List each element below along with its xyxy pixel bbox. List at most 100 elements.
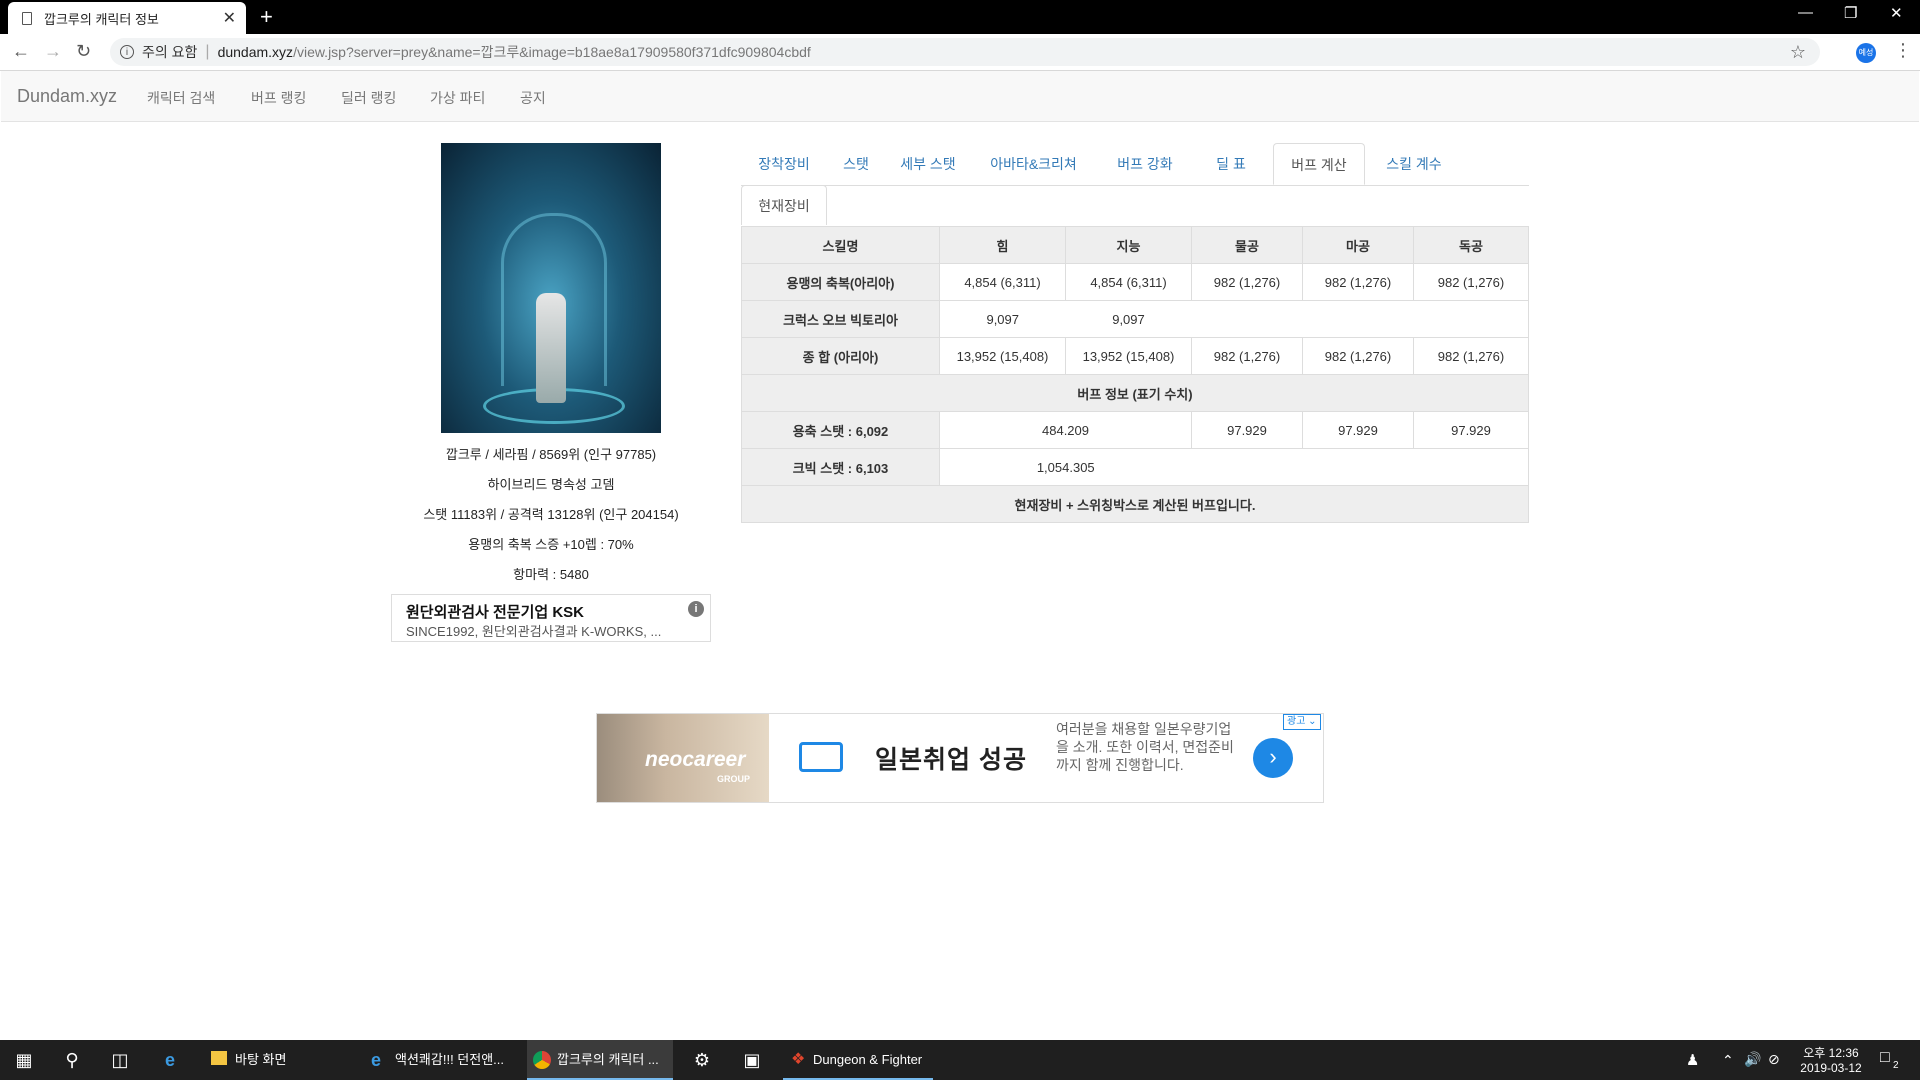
nav-character-search[interactable]: 캐릭터 검색 — [147, 88, 215, 108]
security-label[interactable]: 주의 요함 — [142, 42, 197, 62]
table-header-row: 스킬명 힘 지능 물공 마공 독공 — [741, 226, 1529, 264]
nav-notice[interactable]: 공지 — [520, 88, 546, 108]
task-view-icon[interactable]: ◫ — [108, 1048, 132, 1072]
people-icon[interactable]: ♟ — [1686, 1051, 1699, 1069]
tab-buff-calc[interactable]: 버프 계산 — [1273, 143, 1365, 185]
chevron-right-icon[interactable]: › — [1253, 738, 1293, 778]
buff-table: 스킬명 힘 지능 물공 마공 독공 용맹의 축복(아리아) 4,854 (6,3… — [741, 226, 1529, 523]
reload-icon[interactable]: ↻ — [76, 41, 91, 62]
windows-taskbar: ▦ ⚲ ◫ e 바탕 화면 e 액션쾌감!!! 던전앤... 깝크루의 캐릭터 … — [0, 1040, 1920, 1080]
clock-time[interactable]: 오후 12:36 — [1796, 1044, 1866, 1061]
window-close-icon[interactable]: ✕ — [1890, 4, 1903, 22]
character-build: 하이브리드 명속성 고뎀 — [487, 477, 615, 492]
cell-int: 13,952 (15,408) — [1065, 337, 1192, 375]
cell-stat: 1,054.305 — [939, 448, 1192, 486]
taskbar-desktop[interactable]: 바탕 화면 — [205, 1040, 353, 1080]
app-icon[interactable]: ⚙ — [690, 1048, 714, 1072]
back-arrow-icon[interactable]: ← — [12, 41, 30, 62]
taskbar-ie-window[interactable]: e 액션쾌감!!! 던전앤... — [365, 1040, 517, 1080]
banner-ad[interactable]: neocareer GROUP 일본취업 성공 여러분을 채용할 일본우량기업을… — [596, 713, 1324, 803]
info-icon[interactable]: i — [120, 45, 134, 59]
row-skill-name: 크럭스 오브 빅토리아 — [741, 300, 940, 338]
ad-badge[interactable]: 광고 ⌄ — [1283, 714, 1321, 730]
cell-mag: 982 (1,276) — [1302, 263, 1414, 301]
ad-logo: neocareer — [645, 748, 746, 771]
minimize-icon[interactable]: — — [1798, 4, 1813, 21]
header-phys-atk: 물공 — [1191, 226, 1303, 264]
browser-tab-strip: 깝크루의 캐릭터 정보 ✕ + — ❐ ✕ — [0, 0, 1920, 34]
ad-body[interactable]: 여러분을 채용할 일본우량기업을 소개. 또한 이력서, 면접준비까지 함께 진… — [1056, 720, 1236, 774]
character-summary: 깝크루 / 세라핌 / 8569위 (인구 97785) — [445, 447, 657, 462]
volume-icon[interactable]: 🔊 — [1744, 1051, 1761, 1068]
clock-date[interactable]: 2019-03-12 — [1790, 1061, 1872, 1075]
network-icon[interactable]: ⊘ — [1768, 1051, 1780, 1068]
cell-stat: 484.209 — [939, 411, 1192, 449]
site-brand[interactable]: Dundam.xyz — [17, 86, 117, 107]
search-icon[interactable]: ⚲ — [60, 1048, 84, 1072]
taskbar-dnf-window[interactable]: ❖ Dungeon & Fighter — [783, 1040, 933, 1080]
character-tabs: 장착장비 스탯 세부 스탯 아바타&크리쳐 버프 강화 딜 표 버프 계산 스킬… — [741, 143, 1529, 186]
cell-ind: 982 (1,276) — [1413, 337, 1529, 375]
app-icon[interactable]: ▣ — [740, 1048, 764, 1072]
tab-title: 깝크루의 캐릭터 정보 — [44, 11, 159, 27]
bookmark-star-icon[interactable]: ☆ — [1790, 42, 1806, 63]
table-footer-row: 현재장비 + 스위칭박스로 계산된 버프입니다. — [741, 485, 1529, 523]
tab-stats[interactable]: 스탯 — [827, 143, 885, 185]
row-skill-name: 용맹의 축복(아리아) — [741, 263, 940, 301]
taskbar-item-label: Dungeon & Fighter — [813, 1052, 923, 1067]
windows-start-icon[interactable]: ▦ — [12, 1048, 36, 1072]
tab-avatar-creature[interactable]: 아바타&크리쳐 — [971, 143, 1096, 185]
edge-browser-icon[interactable]: e — [158, 1048, 182, 1072]
buff-label-text: 용축 스탯 : — [792, 423, 856, 439]
notification-count: 2 — [1893, 1060, 1899, 1071]
taskbar-chrome-window[interactable]: 깝크루의 캐릭터 ... — [527, 1040, 673, 1080]
new-tab-button[interactable]: + — [260, 4, 273, 30]
tab-buff-enhance[interactable]: 버프 강화 — [1096, 143, 1194, 185]
chrome-icon — [533, 1051, 551, 1069]
ad-headline[interactable]: 일본취업 성공 — [875, 740, 1027, 776]
profile-avatar[interactable]: 예성 — [1856, 43, 1876, 63]
kebab-menu-icon[interactable]: ⋮ — [1894, 40, 1912, 61]
omnibox[interactable]: i 주의 요함 | dundam.xyz/view.jsp?server=pre… — [110, 38, 1820, 66]
character-ranks: 스탯 11183위 / 공격력 13128위 (인구 204154) — [423, 507, 679, 522]
table-row: 종 합 (아리아) 13,952 (15,408) 13,952 (15,408… — [741, 337, 1529, 375]
tab-damage-table[interactable]: 딜 표 — [1194, 143, 1268, 185]
cell-ind: 97.929 — [1413, 411, 1529, 449]
tab-close-icon[interactable]: ✕ — [223, 8, 236, 28]
subtab-current-equipment[interactable]: 현재장비 — [741, 185, 827, 225]
notification-icon[interactable]: □ — [1880, 1049, 1890, 1067]
chat-bubble-icon — [799, 742, 843, 772]
buff-row-label: 용축 스탯 : 6,092 — [741, 411, 940, 449]
header-ind-atk: 독공 — [1413, 226, 1529, 264]
ad-photo[interactable]: neocareer GROUP — [597, 714, 769, 802]
buff-label-value: 6,092 — [855, 423, 889, 439]
cell-mag: 982 (1,276) — [1302, 337, 1414, 375]
tab-equipment[interactable]: 장착장비 — [741, 143, 827, 185]
forward-arrow-icon[interactable]: → — [44, 41, 62, 62]
header-skill-name: 스킬명 — [741, 226, 940, 264]
url-domain[interactable]: dundam.xyz — [218, 44, 293, 60]
cell-ind: 982 (1,276) — [1413, 263, 1529, 301]
nav-buff-ranking[interactable]: 버프 랭킹 — [251, 88, 306, 108]
browser-tab[interactable]: 깝크루의 캐릭터 정보 ✕ — [8, 2, 246, 34]
side-ad-headline[interactable]: 원단외관검사 전문기업 KSK — [406, 601, 584, 622]
cell-mag — [1302, 300, 1414, 338]
tab-detail-stats[interactable]: 세부 스탯 — [885, 143, 971, 185]
header-mag-atk: 마공 — [1302, 226, 1414, 264]
cell-phys: 982 (1,276) — [1191, 337, 1303, 375]
buff-label-value: 6,103 — [855, 460, 889, 476]
ad-info-icon[interactable]: i — [688, 601, 704, 617]
cell-mag: 97.929 — [1302, 411, 1414, 449]
taskbar-item-label: 바탕 화면 — [235, 1052, 287, 1067]
side-ad[interactable]: 원단외관검사 전문기업 KSK SINCE1992, 원단외관검사결과 K-WO… — [391, 594, 711, 642]
url-path[interactable]: /view.jsp?server=prey&name=깝크루&image=b18… — [293, 42, 811, 62]
tab-skill-coefficient[interactable]: 스킬 계수 — [1365, 143, 1463, 185]
section-title: 버프 정보 (표기 수치) — [741, 374, 1529, 412]
nav-virtual-party[interactable]: 가상 파티 — [430, 88, 485, 108]
character-skill-bonus: 용맹의 축복 스증 +10렙 : 70% — [468, 537, 634, 552]
nav-dealer-ranking[interactable]: 딜러 랭킹 — [341, 88, 396, 108]
chevron-up-icon[interactable]: ⌃ — [1722, 1052, 1734, 1069]
side-ad-text[interactable]: SINCE1992, 원단외관검사결과 K-WORKS, ... — [406, 621, 661, 640]
restore-icon[interactable]: ❐ — [1844, 4, 1857, 22]
row-skill-name: 종 합 (아리아) — [741, 337, 940, 375]
